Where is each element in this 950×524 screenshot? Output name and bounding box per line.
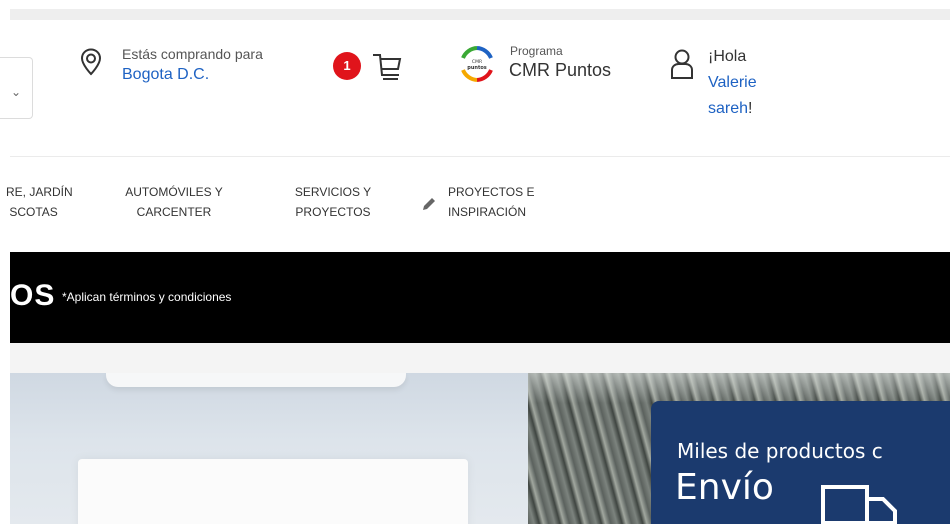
- shipping-panel: Miles de productos c Envío: [651, 401, 950, 524]
- user-first-name[interactable]: Valerie: [708, 74, 757, 92]
- nav-item-automoviles[interactable]: AUTOMÓVILES Y CARCENTER: [124, 182, 224, 222]
- category-nav: RE, JARDÍN SCOTAS AUTOMÓVILES Y CARCENTE…: [0, 157, 950, 252]
- promo-terms[interactable]: *Aplican términos y condiciones: [62, 290, 231, 304]
- shipping-banner[interactable]: Miles de productos c Envío: [528, 373, 950, 524]
- user-last-name[interactable]: sareh: [708, 100, 748, 117]
- top-strip-bar: [10, 9, 950, 20]
- nav-item-proyectos[interactable]: PROYECTOS E INSPIRACIÓN: [420, 182, 534, 222]
- cmr-logo-text-bottom: puntos: [467, 65, 487, 71]
- location-label: Estás comprando para: [122, 46, 263, 62]
- nav-item-line2: PROYECTOS: [295, 205, 371, 219]
- promo-banner[interactable]: OS *Aplican términos y condiciones: [10, 252, 950, 343]
- user-greeting: ¡Hola: [708, 48, 747, 65]
- location-city[interactable]: Bogota D.C.: [122, 66, 209, 84]
- nav-item-line1: RE, JARDÍN: [6, 185, 73, 199]
- air-conditioner-banner[interactable]: [10, 373, 528, 524]
- location-pin-icon: [80, 48, 102, 76]
- cmr-puntos-logo: CMR puntos: [461, 46, 493, 82]
- user-exclaim: !: [748, 100, 753, 117]
- nav-item-line2: SCOTAS: [6, 205, 58, 219]
- header: ⌄ Estás comprando para Bogota D.C. 1 CMR…: [0, 20, 950, 156]
- cart-icon: [373, 54, 402, 80]
- pencil-icon: [423, 198, 435, 210]
- cmr-puntos-link[interactable]: CMR puntos Programa CMR Puntos: [457, 44, 611, 89]
- ac-unit-box: [78, 459, 468, 524]
- nav-item-line1: SERVICIOS Y: [294, 185, 372, 199]
- shipping-title: Envío: [675, 467, 774, 508]
- top-strip: [0, 0, 950, 20]
- promo-big-text: OS: [10, 279, 56, 312]
- user-last-name-line[interactable]: sareh!: [708, 100, 752, 118]
- search-box-edge[interactable]: ⌄: [0, 57, 33, 119]
- cart-count-badge: 1: [333, 52, 361, 80]
- truck-icon: [821, 485, 897, 524]
- trees-background: [528, 373, 950, 403]
- shipping-headline: Miles de productos c: [677, 439, 883, 463]
- nav-item-line1: PROYECTOS E: [448, 185, 535, 199]
- ac-unit-top: [106, 373, 406, 387]
- cmr-program-label: Programa: [510, 44, 563, 58]
- nav-item-line2: INSPIRACIÓN: [448, 205, 527, 219]
- nav-item-hogar-jardin[interactable]: RE, JARDÍN SCOTAS: [6, 182, 73, 222]
- cmr-program-name: CMR Puntos: [509, 60, 612, 80]
- nav-item-line2: CARCENTER: [136, 205, 212, 219]
- nav-item-line1: AUTOMÓVILES Y: [125, 185, 223, 199]
- search-hint: ⌄: [11, 85, 22, 99]
- content-gap: [10, 343, 950, 373]
- user-icon: [671, 49, 693, 79]
- nav-item-servicios[interactable]: SERVICIOS Y PROYECTOS: [288, 182, 378, 222]
